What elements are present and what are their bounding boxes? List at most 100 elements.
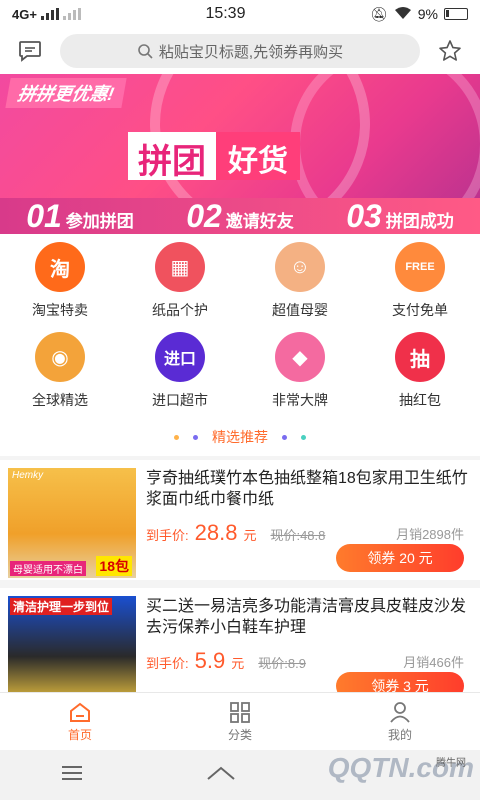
product-card[interactable]: Hemky 18包 母婴适用不漂白 亨奇抽纸璞竹本色抽纸整箱18包家用卫生纸竹浆… bbox=[0, 460, 480, 580]
nav-home-label: 首页 bbox=[67, 727, 92, 742]
product-info: 买二送一易洁亮多功能清洁膏皮具皮鞋皮沙发去污保养小白鞋车护理 到手价: 5.9 … bbox=[136, 596, 472, 692]
banner-title-part2: 好货 bbox=[216, 132, 300, 180]
battery-icon bbox=[444, 8, 468, 20]
favorite-button[interactable] bbox=[434, 35, 466, 67]
banner-step: 01 参加拼团 bbox=[26, 198, 134, 235]
monthly-sales: 月销466件 bbox=[403, 655, 464, 670]
price: 5.9 bbox=[194, 648, 226, 673]
message-button[interactable] bbox=[14, 35, 46, 67]
banner-steps: 01 参加拼团 02 邀请好友 03 拼团成功 bbox=[0, 198, 480, 234]
signal-icon bbox=[40, 8, 59, 20]
decor-dot bbox=[301, 434, 306, 440]
import-market-icon: 进口 bbox=[155, 332, 205, 382]
banner-title-part1: 拼团 bbox=[128, 132, 216, 181]
price-unit: 元 bbox=[231, 656, 245, 671]
nav-profile[interactable]: 我的 bbox=[320, 693, 480, 750]
nav-category[interactable]: 分类 bbox=[160, 693, 320, 750]
category-label: 非常大牌 bbox=[272, 392, 328, 408]
search-icon bbox=[138, 44, 153, 59]
nav-profile-label: 我的 bbox=[387, 727, 412, 742]
message-icon bbox=[19, 41, 41, 62]
category-label: 全球精选 bbox=[32, 392, 88, 408]
search-header: 粘贴宝贝标题,先领券再购买 bbox=[0, 28, 480, 74]
monthly-sales: 月销2898件 bbox=[396, 527, 464, 542]
product-title: 亨奇抽纸璞竹本色抽纸整箱18包家用卫生纸竹浆面巾纸巾餐巾纸 bbox=[146, 470, 468, 508]
category-brand[interactable]: ◆ 非常大牌 bbox=[240, 332, 360, 422]
step-number: 03 bbox=[346, 197, 382, 234]
red-packet-icon: 抽 bbox=[395, 332, 445, 382]
banner-step: 03 拼团成功 bbox=[346, 198, 454, 235]
original-price: 现价:8.9 bbox=[258, 656, 306, 671]
nav-home[interactable]: 首页 bbox=[0, 693, 160, 750]
network-label: 4G+ bbox=[12, 6, 37, 22]
free-icon: FREE bbox=[395, 242, 445, 292]
product-card[interactable]: 清洁护理一步到位 买二送一易洁亮多功能清洁膏皮具皮鞋皮沙发去污保养小白鞋车护理 … bbox=[0, 588, 480, 692]
status-left: 4G+ bbox=[12, 7, 81, 22]
category-label: 淘宝特卖 bbox=[32, 302, 88, 318]
bottom-nav: 首页 分类 我的 bbox=[0, 692, 480, 750]
taobao-icon: 淘 bbox=[35, 242, 85, 292]
product-list: Hemky 18包 母婴适用不漂白 亨奇抽纸璞竹本色抽纸整箱18包家用卫生纸竹浆… bbox=[0, 456, 480, 692]
star-icon bbox=[439, 40, 461, 61]
category-global[interactable]: ◉ 全球精选 bbox=[0, 332, 120, 422]
original-price: 现价:48.8 bbox=[270, 528, 326, 543]
diamond-icon: ◆ bbox=[275, 332, 325, 382]
product-info: 亨奇抽纸璞竹本色抽纸整箱18包家用卫生纸竹浆面巾纸巾餐巾纸 到手价: 28.8 … bbox=[136, 468, 472, 572]
nav-category-label: 分类 bbox=[227, 727, 252, 742]
category-icon bbox=[230, 701, 250, 723]
category-label: 纸品个护 bbox=[152, 302, 208, 318]
price: 28.8 bbox=[194, 520, 238, 545]
home-system-icon[interactable] bbox=[206, 765, 236, 786]
step-text: 拼团成功 bbox=[385, 211, 454, 231]
globe-icon: ◉ bbox=[35, 332, 85, 382]
product-image: 清洁护理一步到位 bbox=[8, 596, 136, 692]
product-image-brand: Hemky bbox=[12, 470, 44, 481]
decor-dot bbox=[174, 434, 179, 440]
banner-step: 02 邀请好友 bbox=[186, 198, 294, 235]
status-bar: 4G+ 15:39 🔕︎ 9% bbox=[0, 0, 480, 28]
decor-dot bbox=[282, 434, 287, 440]
step-number: 02 bbox=[186, 197, 222, 234]
banner-title: 拼团 好货 bbox=[128, 132, 300, 181]
product-title: 买二送一易洁亮多功能清洁膏皮具皮鞋皮沙发去污保养小白鞋车护理 bbox=[146, 598, 467, 636]
section-header: 精选推荐 bbox=[0, 424, 480, 450]
section-title: 精选推荐 bbox=[212, 429, 268, 445]
category-import[interactable]: 进口 进口超市 bbox=[120, 332, 240, 422]
mute-icon: 🔕︎ bbox=[369, 5, 388, 22]
category-label: 支付免单 bbox=[392, 302, 448, 318]
home-icon bbox=[70, 702, 90, 722]
category-taobao[interactable]: 淘 淘宝特卖 bbox=[0, 242, 120, 332]
category-red-packet[interactable]: 抽 抽红包 bbox=[360, 332, 480, 422]
watermark-text: 腾牛网 bbox=[436, 758, 466, 769]
search-placeholder: 粘贴宝贝标题,先领券再购买 bbox=[158, 43, 344, 61]
product-image-caption: 清洁护理一步到位 bbox=[10, 598, 113, 615]
step-number: 01 bbox=[26, 197, 62, 234]
banner-tag: 拼拼更优惠! bbox=[5, 78, 127, 108]
category-label: 超值母婴 bbox=[272, 302, 328, 318]
product-image-caption: 母婴适用不漂白 bbox=[10, 561, 86, 576]
profile-icon bbox=[390, 701, 410, 723]
tissue-icon: ▦ bbox=[155, 242, 205, 292]
clock: 15:39 bbox=[205, 5, 246, 22]
price-row: 到手价: 5.9 元 现价:8.9 bbox=[146, 648, 306, 674]
battery-percent: 9% bbox=[417, 6, 438, 22]
step-text: 邀请好友 bbox=[225, 211, 294, 231]
coupon-button[interactable]: 领券 3 元 bbox=[336, 672, 464, 692]
price-unit: 元 bbox=[243, 528, 257, 543]
category-mother-baby[interactable]: ☺ 超值母婴 bbox=[240, 242, 360, 332]
category-label: 抽红包 bbox=[399, 392, 441, 408]
product-image: Hemky 18包 母婴适用不漂白 bbox=[8, 468, 136, 578]
promo-banner[interactable]: 拼拼更优惠! 拼团 好货 01 参加拼团 02 邀请好友 03 拼团成功 bbox=[0, 74, 480, 234]
category-grid: 淘 淘宝特卖 ▦ 纸品个护 ☺ 超值母婴 FREE 支付免单 ◉ 全球精选 进口… bbox=[0, 234, 480, 418]
wifi-icon bbox=[394, 6, 412, 23]
coupon-button[interactable]: 领券 20 元 bbox=[336, 544, 464, 572]
product-image-badge: 18包 bbox=[96, 556, 132, 576]
step-text: 参加拼团 bbox=[65, 211, 134, 231]
decor-dot bbox=[193, 434, 198, 440]
menu-icon[interactable] bbox=[61, 765, 83, 786]
search-input[interactable]: 粘贴宝贝标题,先领券再购买 bbox=[60, 34, 420, 68]
category-tissue[interactable]: ▦ 纸品个护 bbox=[120, 242, 240, 332]
category-free[interactable]: FREE 支付免单 bbox=[360, 242, 480, 332]
category-label: 进口超市 bbox=[152, 392, 208, 408]
signal-2-icon bbox=[62, 8, 81, 20]
